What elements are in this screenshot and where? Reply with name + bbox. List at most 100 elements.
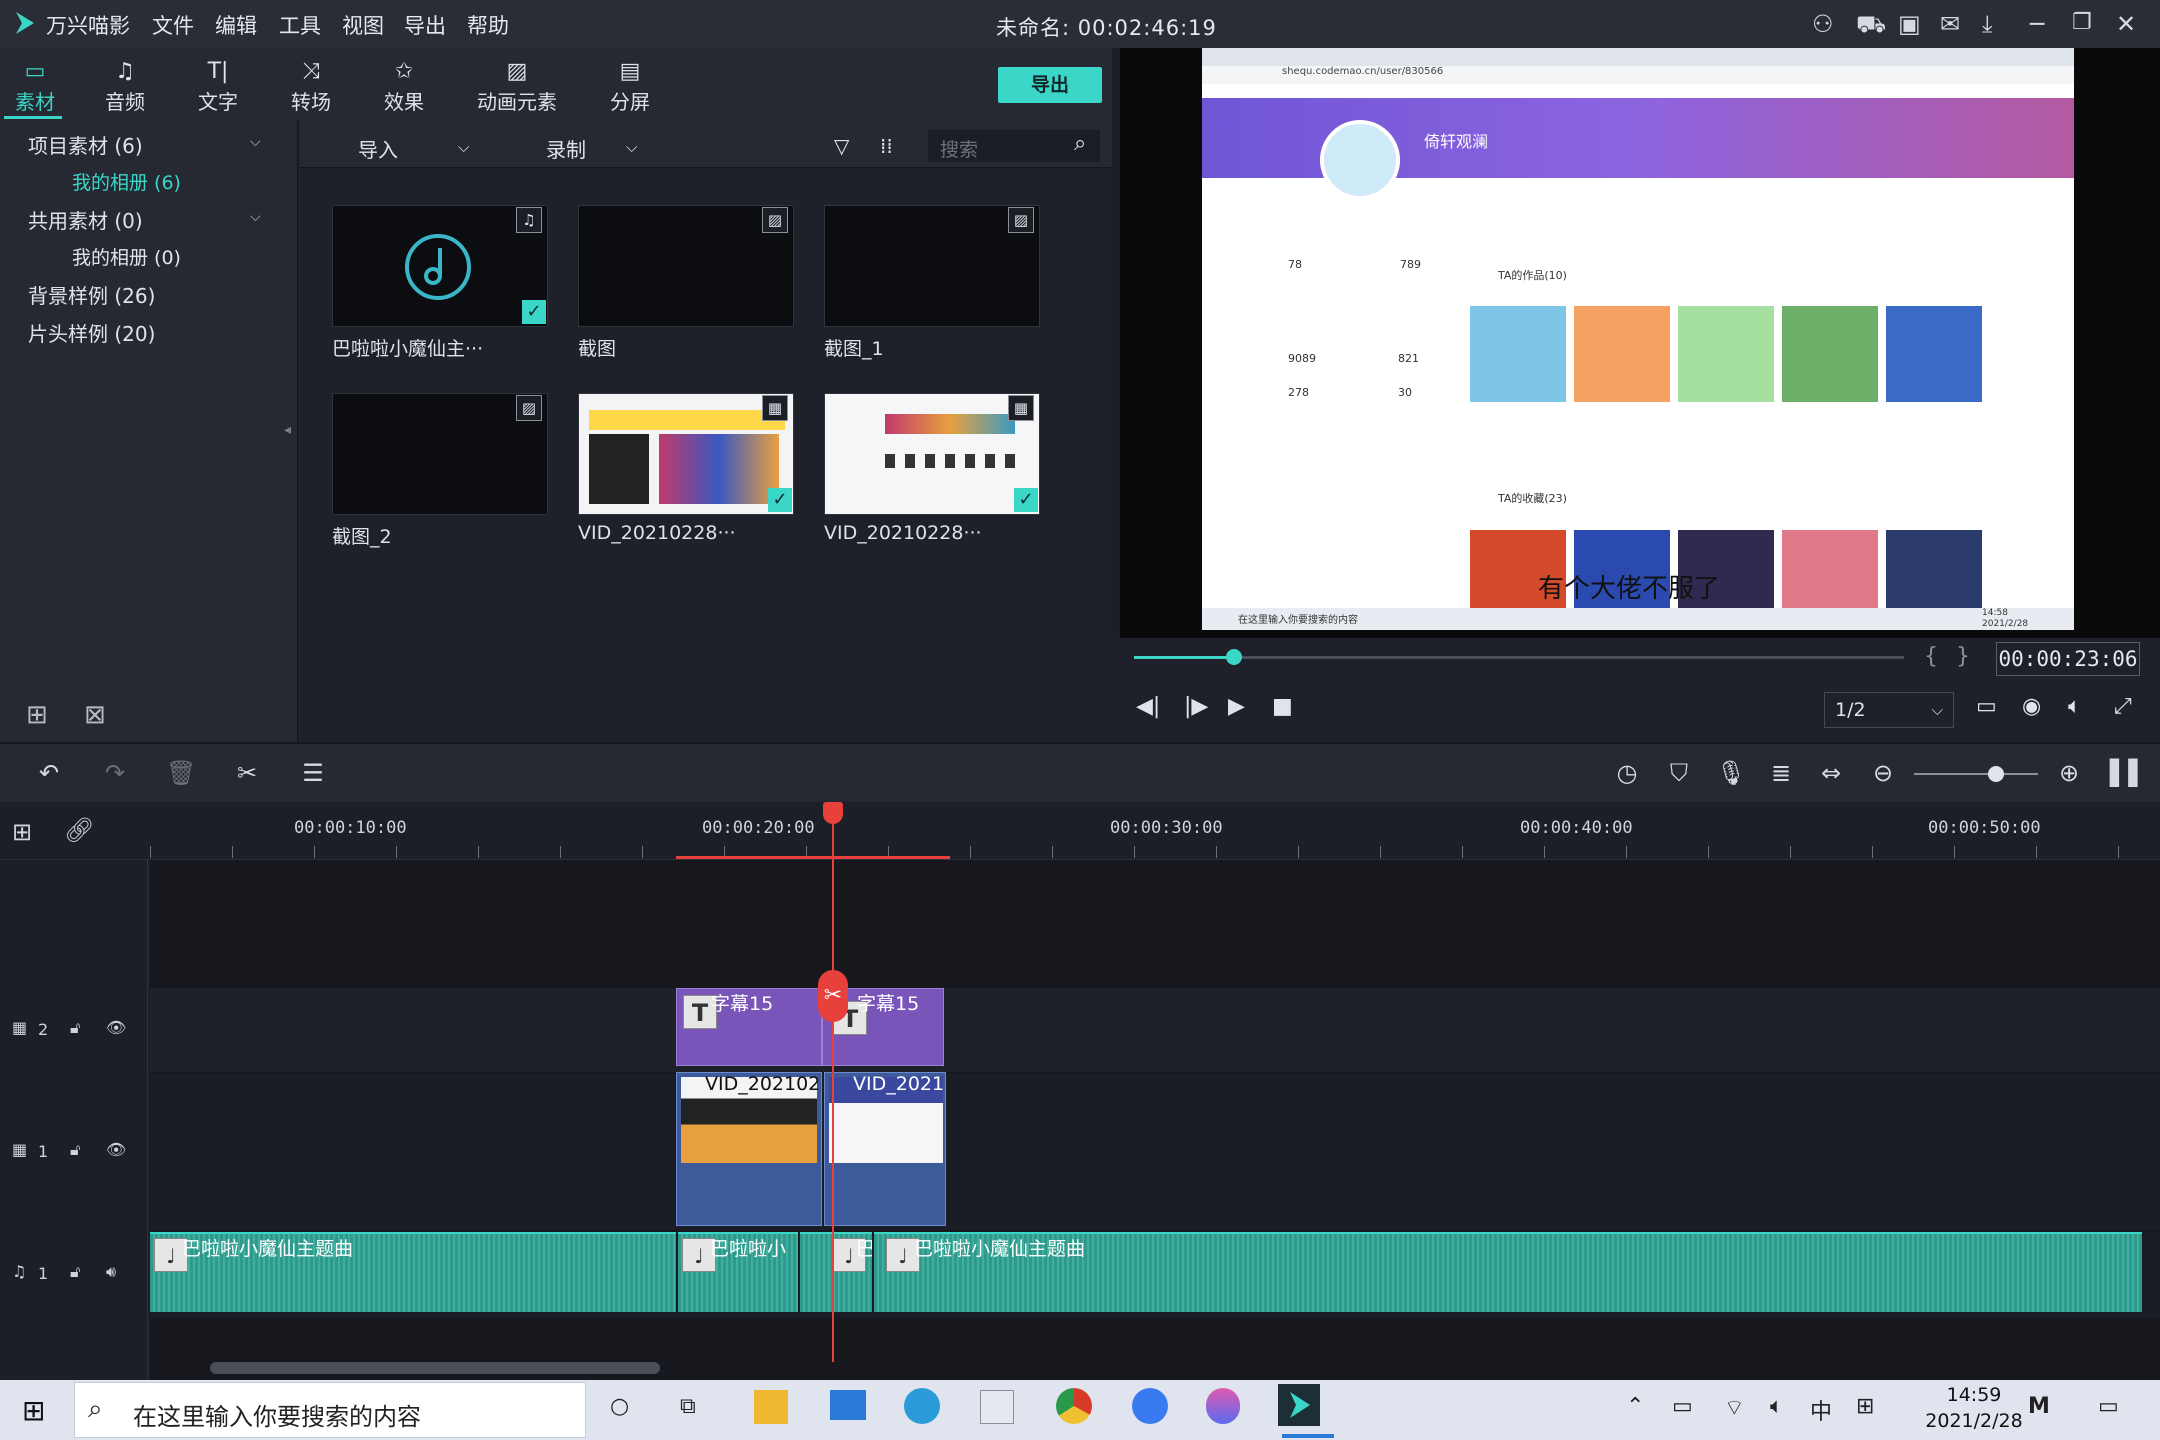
redo-icon[interactable]: ↷ xyxy=(100,758,130,788)
menu-help[interactable]: 帮助 xyxy=(467,10,509,40)
minimize-icon[interactable]: ─ xyxy=(2030,10,2058,38)
tab-effects[interactable]: ✩ 效果 xyxy=(359,58,449,118)
tab-audio[interactable]: ♫ 音频 xyxy=(80,58,170,118)
menu-edit[interactable]: 编辑 xyxy=(215,10,257,40)
lib-project-album[interactable]: 我的相册 (6) xyxy=(72,168,181,195)
cut-icon[interactable]: ✂ xyxy=(232,758,262,788)
save-icon[interactable]: ▣ xyxy=(1898,10,1926,38)
battery-icon[interactable]: ▭ xyxy=(1672,1394,1693,1419)
zoom-slider-handle[interactable] xyxy=(1988,766,2004,782)
ime-mode-icon[interactable]: ⊞ xyxy=(1856,1394,1874,1419)
play-pause-icon[interactable]: |▶ xyxy=(1184,694,1208,719)
delete-folder-icon[interactable]: ⊠ xyxy=(84,700,106,730)
cart-icon[interactable]: ⛟ xyxy=(1856,10,1886,38)
menu-file[interactable]: 文件 xyxy=(152,10,194,40)
lock-icon[interactable]: 🔓︎ xyxy=(70,1018,80,1038)
tab-split-screen[interactable]: ▤ 分屏 xyxy=(585,58,675,118)
chevron-down-icon[interactable]: ⌵ xyxy=(626,138,637,156)
browser-app-icon[interactable] xyxy=(1132,1388,1168,1424)
mail-app-icon[interactable] xyxy=(830,1390,866,1420)
display-settings-icon[interactable]: ▭ xyxy=(1976,694,1997,719)
marker-icon[interactable]: ⛉ xyxy=(1664,758,1694,788)
playhead[interactable] xyxy=(832,802,834,1362)
play-icon[interactable]: ▶ xyxy=(1228,694,1245,719)
zoom-out-icon[interactable]: ⊖ xyxy=(1868,758,1898,788)
taskbar-search-input[interactable]: 在这里输入你要搜索的内容 xyxy=(74,1382,586,1438)
snapshot-icon[interactable]: ◉ xyxy=(2022,694,2041,719)
audio-clip[interactable]: ♩ 巴啦啦小魔仙主题曲 xyxy=(874,1232,2142,1312)
filmora-taskbar-icon[interactable] xyxy=(1278,1384,1320,1426)
filter-icon[interactable]: ▽ xyxy=(834,134,849,158)
render-icon[interactable]: ◷ xyxy=(1612,758,1642,788)
preview-window[interactable]: shequ.codemao.cn/user/830566 倚轩观澜 78 789… xyxy=(1120,48,2160,638)
audio-clip[interactable]: ♩ 巴啦啦小 xyxy=(678,1232,798,1312)
audio-clip[interactable]: ♩ 巴 xyxy=(800,1232,872,1312)
fit-timeline-icon[interactable]: ⇔ xyxy=(1816,758,1846,788)
preview-zoom-select[interactable]: 1/2 ⌵ xyxy=(1824,692,1954,728)
chevron-down-icon[interactable]: ⌵ xyxy=(250,134,261,150)
delete-icon[interactable]: 🗑︎ xyxy=(166,758,196,788)
file-explorer-icon[interactable] xyxy=(754,1390,788,1424)
undo-icon[interactable]: ↶ xyxy=(34,758,64,788)
text-clip[interactable]: T 字幕15 xyxy=(676,988,822,1066)
menu-tools[interactable]: 工具 xyxy=(279,10,321,40)
zoom-in-icon[interactable]: ⊕ xyxy=(2054,758,2084,788)
step-back-icon[interactable]: ◀| xyxy=(1136,694,1160,719)
lib-project-media[interactable]: 项目素材 (6) xyxy=(28,130,143,159)
taskbar-date[interactable]: 2021/2/28 xyxy=(1902,1410,2046,1432)
menu-view[interactable]: 视图 xyxy=(342,10,384,40)
import-dropdown[interactable]: 导入 xyxy=(358,134,398,163)
volume-icon[interactable]: 🔈︎ xyxy=(2068,694,2081,719)
progress-handle[interactable] xyxy=(1226,649,1242,665)
mark-out-icon[interactable]: } xyxy=(1956,644,1970,669)
video-clip[interactable]: VID_20210 xyxy=(824,1072,946,1226)
account-icon[interactable]: ⚇ xyxy=(1812,10,1840,38)
audio-clip[interactable]: ♩ 巴啦啦小魔仙主题曲 xyxy=(150,1232,676,1312)
lib-shared-media[interactable]: 共用素材 (0) xyxy=(28,205,143,234)
windows-start-icon[interactable]: ⊞ xyxy=(22,1394,45,1427)
chevron-down-icon[interactable]: ⌵ xyxy=(458,138,469,156)
notepad-icon[interactable] xyxy=(980,1390,1014,1424)
tray-chevron-up-icon[interactable]: ⌃ xyxy=(1626,1394,1644,1419)
split-scissors-icon[interactable]: ✂ xyxy=(818,970,848,1022)
playhead-handle[interactable] xyxy=(823,802,843,824)
chrome-icon[interactable] xyxy=(1056,1388,1092,1424)
taskbar-time[interactable]: 14:59 xyxy=(1926,1384,2022,1406)
lib-shared-album[interactable]: 我的相册 (0) xyxy=(72,243,181,270)
grid-view-icon[interactable]: ⁞⁞ xyxy=(880,134,893,158)
tab-media[interactable]: ▭ 素材 xyxy=(0,58,80,118)
notification-icon[interactable]: ▭ xyxy=(2098,1394,2119,1419)
volume-icon[interactable]: 🔈︎ xyxy=(1770,1394,1783,1419)
download-icon[interactable]: ⤓ xyxy=(1982,10,2010,38)
task-view-icon[interactable]: ⧉ xyxy=(680,1394,696,1419)
record-dropdown[interactable]: 录制 xyxy=(546,134,586,163)
new-folder-icon[interactable]: ⊞ xyxy=(26,700,48,730)
mark-in-icon[interactable]: { xyxy=(1924,644,1938,669)
export-button[interactable]: 导出 xyxy=(998,67,1102,103)
link-icon[interactable]: 🔗︎ xyxy=(64,816,94,844)
video-clip[interactable]: VID_2021022 xyxy=(676,1072,822,1226)
microphone-icon[interactable]: 🎙︎ xyxy=(1716,758,1746,788)
edge-browser-icon[interactable] xyxy=(904,1388,940,1424)
zoom-slider-track[interactable] xyxy=(1914,773,2038,775)
menu-export[interactable]: 导出 xyxy=(404,10,446,40)
collapse-panel-icon[interactable]: ◂ xyxy=(284,422,291,438)
lock-icon[interactable]: 🔓︎ xyxy=(70,1262,80,1282)
timeline-scrollbar[interactable] xyxy=(210,1362,660,1374)
network-icon[interactable]: ⌔ xyxy=(1724,1394,1745,1422)
audio-mixer-icon[interactable]: ≣ xyxy=(1766,758,1796,788)
fullscreen-icon[interactable]: ⤢ xyxy=(2114,694,2132,719)
eye-icon[interactable]: 👁︎ xyxy=(106,1018,126,1037)
close-icon[interactable]: ✕ xyxy=(2116,10,2144,38)
tab-elements[interactable]: ▨ 动画元素 xyxy=(467,58,567,118)
tab-text[interactable]: T| 文字 xyxy=(173,58,263,118)
add-track-icon[interactable]: ⊞ xyxy=(12,818,32,846)
adjust-icon[interactable]: ☰ xyxy=(298,758,328,788)
app-icon[interactable] xyxy=(1206,1388,1240,1424)
chevron-down-icon[interactable]: ⌵ xyxy=(250,209,261,225)
eye-icon[interactable]: 👁︎ xyxy=(106,1140,126,1159)
ime-logo-icon[interactable]: M xyxy=(2028,1394,2050,1419)
search-icon[interactable]: ⌕ xyxy=(1074,131,1086,156)
tab-transition[interactable]: ⤨ 转场 xyxy=(266,58,356,118)
ime-indicator[interactable]: 中 xyxy=(1810,1394,1832,1426)
